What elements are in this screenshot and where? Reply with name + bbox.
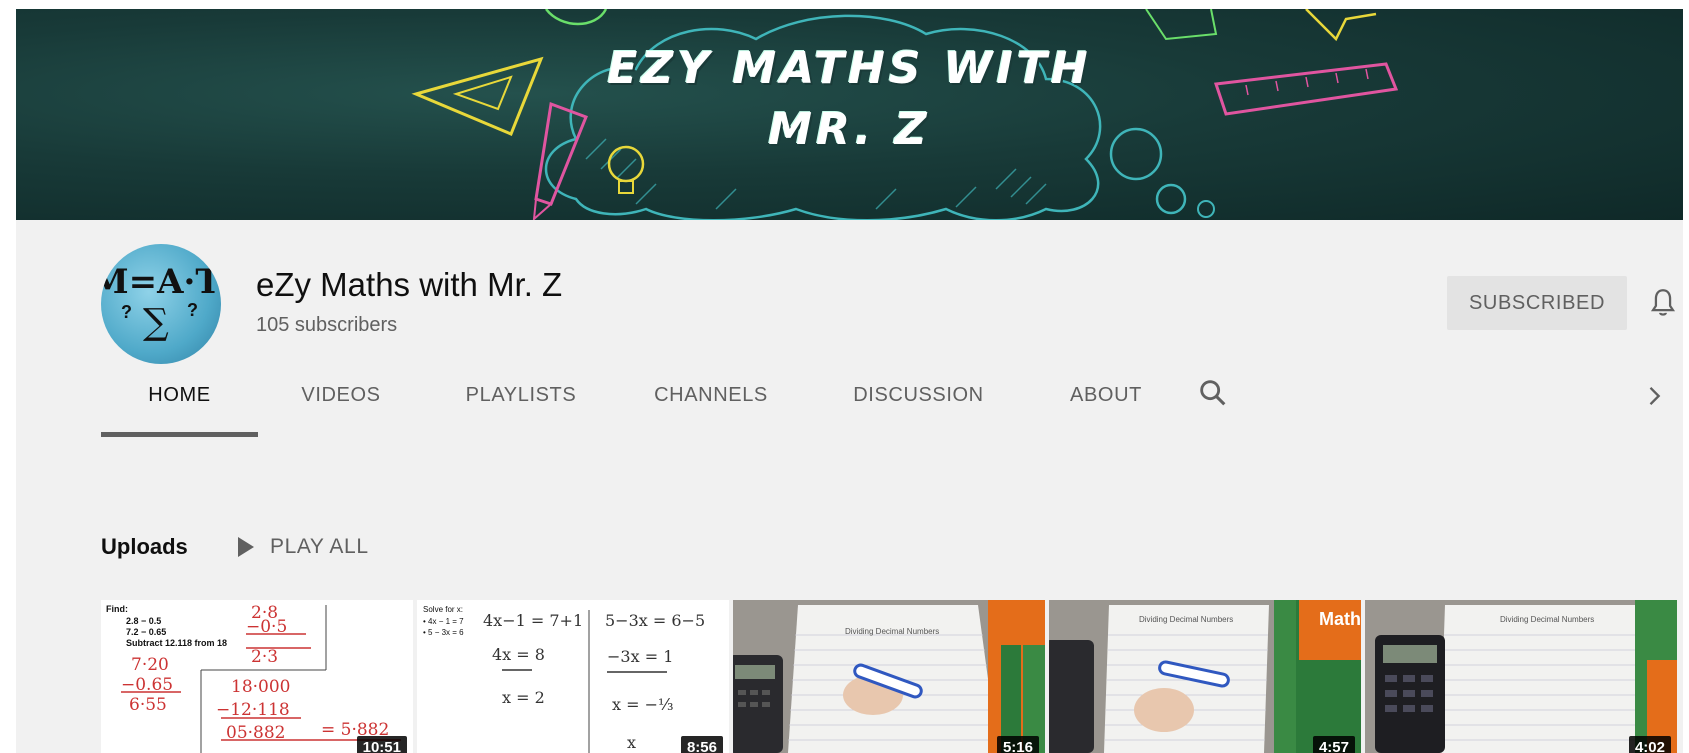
tab-playlists[interactable]: PLAYLISTS — [446, 356, 596, 436]
video-thumbnail[interactable]: Find: 2.8 − 0.5 7.2 − 0.65 Subtract 12.1… — [101, 600, 413, 753]
channel-avatar[interactable]: M=A·T+H ? ∑ ? — [101, 244, 221, 364]
video-duration: 4:02 — [1628, 736, 1671, 753]
thumb-line: 7.2 − 0.65 — [126, 627, 166, 637]
thumb-handwriting: x = −⅓ — [612, 695, 674, 714]
book-cover-text: Maths for — [1319, 609, 1361, 629]
thumb-line: • 5 − 3x = 6 — [423, 628, 464, 637]
active-tab-indicator — [101, 432, 258, 437]
video-duration: 10:51 — [356, 736, 407, 753]
thumb-handwriting: 18·000 — [231, 677, 290, 697]
tab-channels[interactable]: CHANNELS — [636, 356, 786, 436]
paper-title: Dividing Decimal Numbers — [845, 627, 939, 636]
thumb-handwriting: 4x−1 = 7+1 — [483, 611, 583, 630]
uploads-shelf: Find: 2.8 − 0.5 7.2 − 0.65 Subtract 12.1… — [101, 600, 1683, 753]
tab-discussion[interactable]: DISCUSSION — [831, 356, 1006, 436]
search-icon[interactable] — [1196, 376, 1230, 410]
avatar-sigma: ∑ — [143, 302, 169, 343]
thumb-handwriting: −0·5 — [246, 617, 287, 637]
paper-title: Dividing Decimal Numbers — [1139, 615, 1233, 624]
video-thumbnail[interactable]: Dividing Decimal Numbers 4:02 — [1365, 600, 1677, 753]
thumb-handwriting: 2·3 — [251, 647, 278, 667]
thumb-handwriting: 7·20 — [131, 655, 169, 675]
banner-title-line1: EZY MATHS WITH — [607, 43, 1092, 94]
channel-banner: EZY MATHS WITH MR. Z — [16, 9, 1683, 220]
thumbnail-image: Dividing Decimal Numbers Maths for — [1049, 600, 1361, 753]
play-icon — [238, 537, 254, 557]
thumb-find-label: Find: — [106, 604, 128, 614]
thumbnail-image: Dividing Decimal Numbers — [733, 600, 1045, 753]
tab-home[interactable]: HOME — [101, 356, 258, 436]
avatar-question-mark: ? — [187, 300, 198, 320]
channel-header: M=A·T+H ? ∑ ? eZy Maths with Mr. Z 105 s… — [16, 220, 1683, 440]
thumb-line: 2.8 − 0.5 — [126, 616, 161, 626]
tab-about[interactable]: ABOUT — [1046, 356, 1166, 436]
thumbnail-image: Solve for x: • 4x − 1 = 7 • 5 − 3x = 6 4… — [423, 605, 705, 753]
thumb-handwriting: x = 2 — [502, 688, 545, 707]
video-duration: 4:57 — [1312, 736, 1355, 753]
thumb-line: Subtract 12.118 from 18 — [126, 638, 227, 648]
thumb-handwriting: 5−3x = 6−5 — [605, 611, 705, 630]
thumb-handwriting: 4x = 8 — [492, 645, 545, 664]
thumb-handwriting: x — [627, 733, 636, 752]
thumb-handwriting: 05·882 — [226, 723, 285, 743]
thumb-title: Solve for x: — [423, 605, 463, 614]
subscriber-count: 105 subscribers — [256, 314, 398, 336]
thumb-handwriting: −0.65 — [121, 675, 173, 695]
avatar-formula: M=A·T+H — [101, 262, 221, 302]
uploads-title: Uploads — [101, 534, 188, 559]
home-content: Uploads PLAY ALL Find: 2.8 − 0.5 7.2 − 0… — [16, 440, 1683, 753]
subscribed-button[interactable]: SUBSCRIBED — [1447, 276, 1627, 330]
thumb-line: • 4x − 1 = 7 — [423, 617, 464, 626]
channel-tabs: HOME VIDEOS PLAYLISTS CHANNELS DISCUSSIO… — [16, 356, 1683, 437]
video-thumbnail[interactable]: Dividing Decimal Numbers Maths for 4:57 — [1049, 600, 1361, 753]
paper-title: Dividing Decimal Numbers — [1500, 615, 1594, 624]
avatar-question-mark: ? — [121, 302, 132, 322]
thumb-handwriting: −3x = 1 — [607, 647, 673, 666]
video-thumbnail[interactable]: Dividing Decimal Numbers 5:16 — [733, 600, 1045, 753]
chevron-right-icon[interactable] — [1640, 380, 1668, 412]
video-duration: 5:16 — [996, 736, 1039, 753]
channel-name: eZy Maths with Mr. Z — [256, 266, 563, 303]
play-all-label: PLAY ALL — [270, 535, 369, 558]
play-all-button[interactable]: PLAY ALL — [236, 532, 369, 562]
video-duration: 8:56 — [680, 736, 723, 753]
bell-icon[interactable] — [1646, 286, 1680, 320]
thumbnail-image: Find: 2.8 − 0.5 7.2 − 0.65 Subtract 12.1… — [106, 603, 401, 753]
video-thumbnail[interactable]: Solve for x: • 4x − 1 = 7 • 5 − 3x = 6 4… — [417, 600, 729, 753]
thumbnail-image: Dividing Decimal Numbers — [1365, 600, 1677, 753]
thumb-handwriting: 6·55 — [129, 695, 167, 715]
tab-videos[interactable]: VIDEOS — [281, 356, 401, 436]
thumb-handwriting: −12·118 — [216, 700, 290, 720]
banner-title-line2: MR. Z — [768, 104, 931, 155]
